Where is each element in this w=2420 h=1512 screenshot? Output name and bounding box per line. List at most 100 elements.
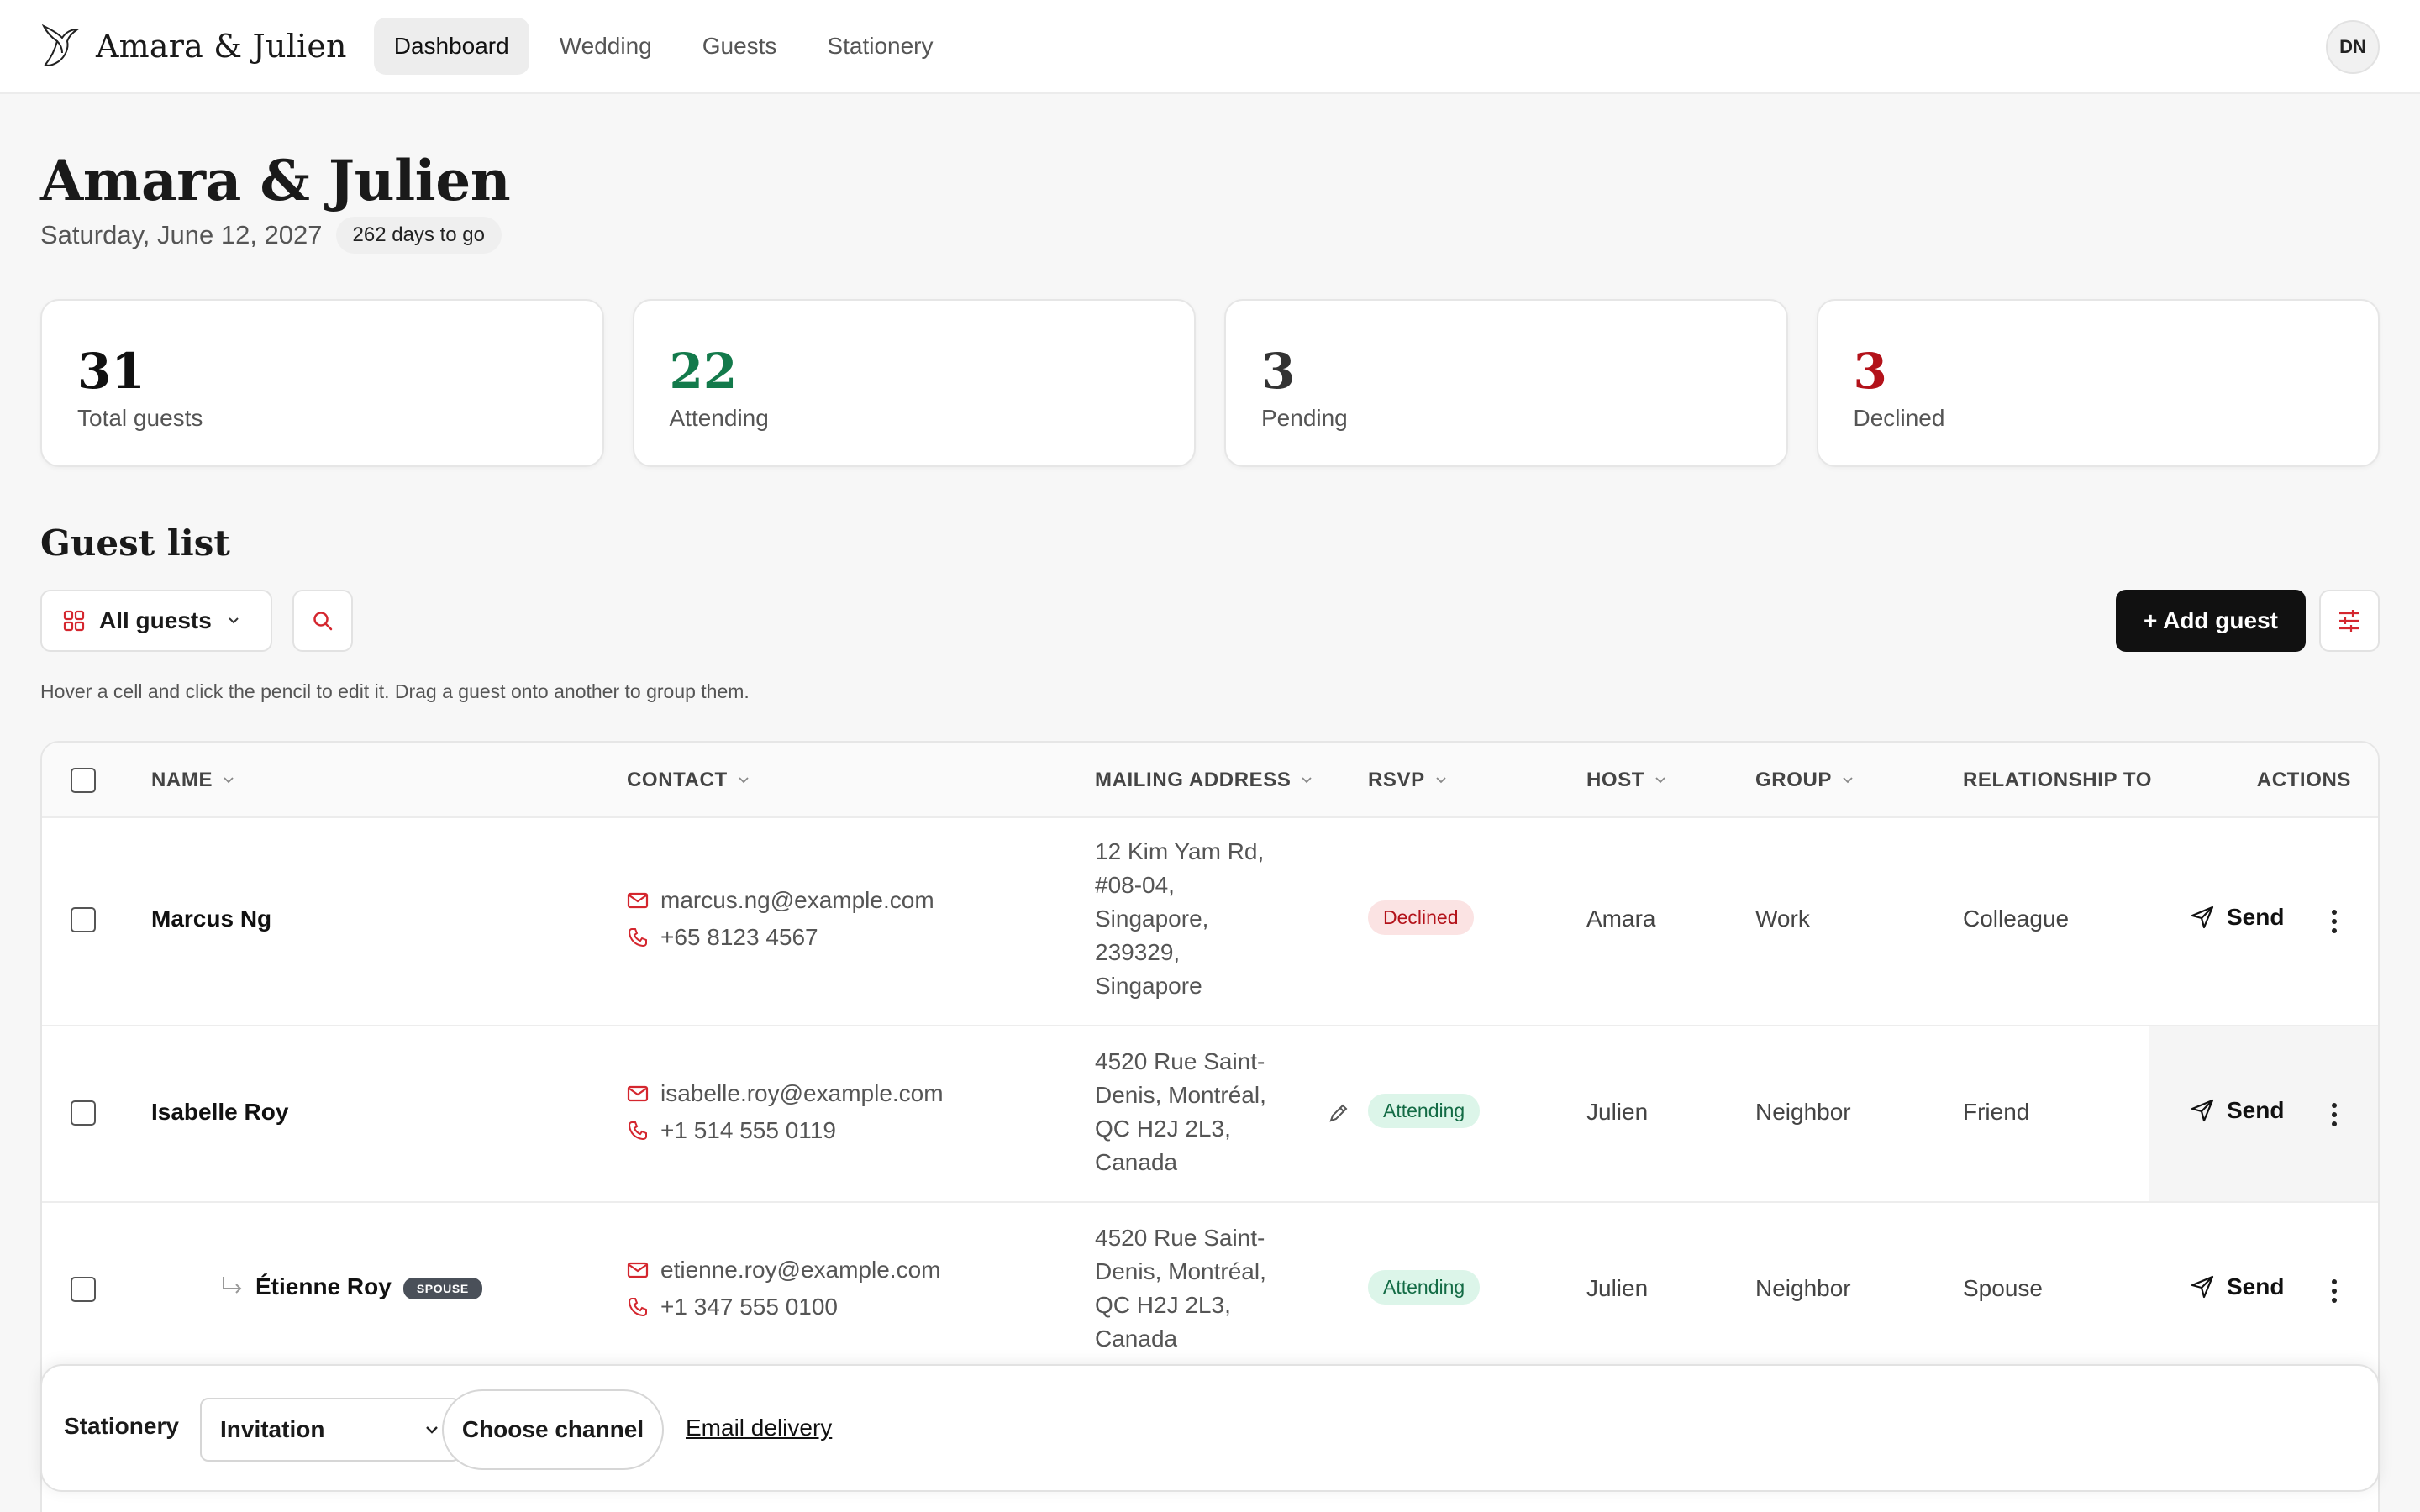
rsvp-cell[interactable]: Attending <box>1368 1270 1481 1305</box>
top-navigation-bar: Amara & Julien Dashboard Wedding Guests … <box>0 0 2420 94</box>
table-header: NAME CONTACT MAILING ADDRESS RSVP HOST G… <box>42 743 2378 818</box>
group-cell[interactable]: Neighbor <box>1755 1275 1851 1302</box>
rsvp-status-badge: Declined <box>1368 900 1474 935</box>
chevron-down-icon <box>224 777 234 784</box>
mail-icon <box>627 892 649 909</box>
table-row[interactable]: Marcus Ng marcus.ng@example.com +65 8123… <box>42 818 2378 1026</box>
email-delivery-link[interactable]: Email delivery <box>686 1415 832 1441</box>
table-row[interactable]: Isabelle Roy isabelle.roy@example.com +1… <box>42 1026 2378 1203</box>
address-line: 4520 Rue Saint- <box>1095 1225 1265 1251</box>
nav-dashboard[interactable]: Dashboard <box>373 18 529 75</box>
column-header-name[interactable]: NAME <box>151 743 236 818</box>
rsvp-cell[interactable]: Attending <box>1368 1094 1481 1128</box>
row-checkbox[interactable] <box>71 1100 96 1126</box>
relationship-cell[interactable]: Spouse <box>1963 1275 2043 1302</box>
column-label: CONTACT <box>627 769 728 791</box>
contact-cell[interactable]: etienne.roy@example.com +1 347 555 0100 <box>627 1252 940 1326</box>
address-cell[interactable]: 4520 Rue Saint- Denis, Montréal, QC H2J … <box>1095 1045 1288 1179</box>
host-cell[interactable]: Amara <box>1586 906 1655 932</box>
chevron-down-icon <box>426 1426 438 1434</box>
brand-name: Amara & Julien <box>96 28 347 65</box>
column-header-contact[interactable]: CONTACT <box>627 743 751 818</box>
guest-name[interactable]: Marcus Ng <box>151 906 271 932</box>
email-text: marcus.ng@example.com <box>660 887 934 913</box>
guest-name[interactable]: Isabelle Roy <box>151 1099 288 1126</box>
select-value: Invitation <box>220 1416 325 1442</box>
more-options-icon[interactable] <box>2331 909 2338 934</box>
send-button[interactable]: Send <box>2190 1273 2284 1300</box>
phone-line: +1 347 555 0100 <box>627 1289 940 1326</box>
relationship-cell[interactable]: Colleague <box>1963 906 2069 932</box>
nav-guests[interactable]: Guests <box>682 18 797 75</box>
address-line: Denis, Montréal, <box>1095 1082 1266 1108</box>
column-label: GROUP <box>1755 769 1833 791</box>
column-label: RELATIONSHIP TO <box>1963 769 2153 791</box>
stat-card-declined: 3 Declined <box>1816 299 2380 467</box>
address-line: QC H2J 2L3, <box>1095 1292 1231 1318</box>
paper-plane-icon <box>2191 1275 2214 1299</box>
group-cell[interactable]: Work <box>1755 906 1810 932</box>
contact-cell[interactable]: marcus.ng@example.com +65 8123 4567 <box>627 882 934 956</box>
guest-name-cell[interactable]: Étienne Roy SPOUSE <box>255 1273 482 1300</box>
send-button[interactable]: Send <box>2190 1097 2284 1124</box>
stats-row: 31 Total guests 22 Attending 3 Pending 3… <box>40 299 2380 467</box>
column-label: NAME <box>151 769 213 791</box>
address-cell[interactable]: 12 Kim Yam Rd, #08-04, Singapore, 239329… <box>1095 835 1288 1003</box>
send-button[interactable]: Send <box>2190 904 2284 931</box>
row-checkbox[interactable] <box>71 1277 96 1302</box>
column-header-group[interactable]: GROUP <box>1755 743 1855 818</box>
group-cell[interactable]: Neighbor <box>1755 1099 1851 1126</box>
more-options-icon[interactable] <box>2331 1278 2338 1304</box>
email-line: marcus.ng@example.com <box>627 882 934 919</box>
nav-stationery[interactable]: Stationery <box>807 18 953 75</box>
column-settings-button[interactable] <box>2319 590 2380 652</box>
stat-card-total: 31 Total guests <box>40 299 604 467</box>
address-cell[interactable]: 4520 Rue Saint- Denis, Montréal, QC H2J … <box>1095 1221 1288 1356</box>
stat-label: Attending <box>669 405 769 431</box>
hummingbird-logo-icon <box>41 24 81 66</box>
phone-icon <box>628 928 647 948</box>
host-cell[interactable]: Julien <box>1586 1275 1648 1302</box>
table-row[interactable]: Étienne Roy SPOUSE etienne.roy@example.co… <box>42 1203 2378 1379</box>
more-options-icon[interactable] <box>2331 1102 2338 1127</box>
search-button[interactable] <box>292 590 353 652</box>
nav-wedding[interactable]: Wedding <box>539 18 672 75</box>
address-line: 4520 Rue Saint- <box>1095 1048 1265 1074</box>
address-line: Singapore <box>1095 973 1202 999</box>
brand[interactable]: Amara & Julien <box>40 23 347 70</box>
rsvp-status-badge: Attending <box>1368 1094 1481 1128</box>
column-header-rsvp[interactable]: RSVP <box>1368 743 1449 818</box>
guest-list-toolbar: All guests + Add guest <box>40 590 2380 652</box>
send-label: Send <box>2227 1097 2285 1123</box>
column-header-host[interactable]: HOST <box>1586 743 1668 818</box>
rsvp-cell[interactable]: Declined <box>1368 900 1474 935</box>
address-line: 239329, <box>1095 939 1181 965</box>
stationery-type-select[interactable]: Invitation <box>200 1398 460 1462</box>
filter-label: All guests <box>99 607 212 633</box>
relationship-cell[interactable]: Friend <box>1963 1099 2029 1126</box>
column-header-relationship[interactable]: RELATIONSHIP TO <box>1963 743 2152 818</box>
address-line: Canada <box>1095 1326 1178 1352</box>
user-avatar[interactable]: DN <box>2326 20 2380 74</box>
phone-text: +1 514 555 0119 <box>660 1117 836 1143</box>
row-checkbox[interactable] <box>71 907 96 932</box>
host-cell[interactable]: Julien <box>1586 1099 1648 1126</box>
wedding-date: Saturday, June 12, 2027 <box>40 220 323 249</box>
add-guest-button[interactable]: + Add guest <box>2116 590 2306 652</box>
address-line: Denis, Montréal, <box>1095 1258 1266 1284</box>
guest-filter-dropdown[interactable]: All guests <box>40 590 272 652</box>
send-label: Send <box>2227 1273 2285 1299</box>
select-all-checkbox[interactable] <box>71 768 96 793</box>
guest-name: Étienne Roy <box>255 1273 392 1299</box>
pencil-edit-icon[interactable] <box>1328 1102 1349 1124</box>
phone-line: +65 8123 4567 <box>627 919 934 956</box>
address-line: #08-04, <box>1095 872 1175 898</box>
page-title: Amara & Julien <box>40 148 511 213</box>
chevron-down-icon <box>1436 777 1446 784</box>
column-header-address[interactable]: MAILING ADDRESS <box>1095 743 1314 818</box>
column-header-actions: ACTIONS <box>2257 743 2351 818</box>
rsvp-status-badge: Attending <box>1368 1270 1481 1305</box>
choose-channel-button[interactable]: Choose channel <box>442 1389 664 1470</box>
contact-cell[interactable]: isabelle.roy@example.com +1 514 555 0119 <box>627 1075 944 1149</box>
phone-icon <box>628 1298 647 1317</box>
